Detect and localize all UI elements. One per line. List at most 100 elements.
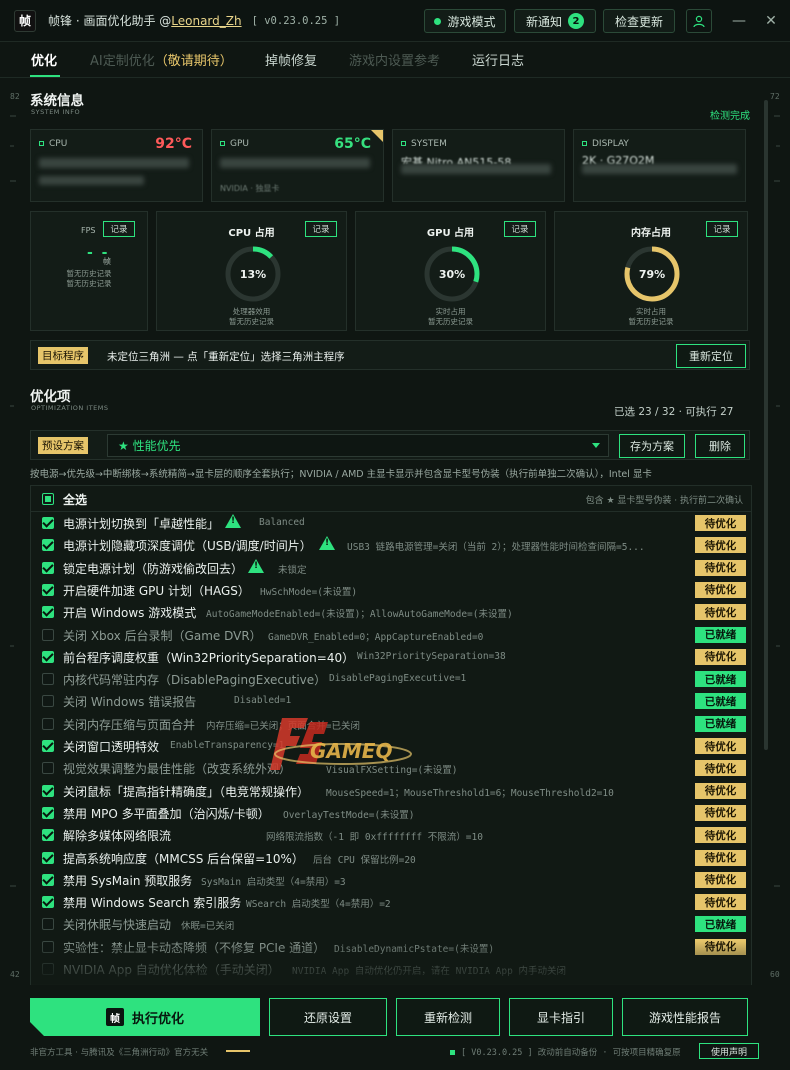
tab-ingame-settings[interactable]: 游戏内设置参考 [349,50,440,69]
tab-ai-custom[interactable]: AI定制优化（敬请期待） [90,50,233,69]
option-name: 关闭 Windows 错误报告 [63,695,197,710]
minimize-icon[interactable]: — [728,10,750,32]
option-row[interactable]: 内核代码常驻内存（DisablePagingExecutive） DisableP… [31,668,751,690]
app-logo: 帧 [14,9,36,32]
option-checkbox[interactable] [42,539,54,552]
status-badge: 已就绪 [695,671,746,688]
ruler-left-top: 82 [10,92,20,101]
option-row[interactable]: 前台程序调度权重（Win32PrioritySeparation=40） Win3… [31,646,751,668]
option-name: 提高系统响应度（MMCSS 后台保留=10%） [63,851,304,866]
close-icon[interactable]: ✕ [760,10,782,32]
performance-report-button[interactable]: 游戏性能报告 [622,998,748,1036]
author-link[interactable]: Leonard_Zh [171,14,241,28]
gpu-usage-gauge: 30% [424,246,480,302]
footer-info: [ V0.23.0.25 ] 改动前自动备份 · 可按项目精确复原 [450,1046,681,1058]
preset-description: 按电源→优先级→中断绑核→系统精简→显卡层的顺序全套执行；NVIDIA / AM… [30,469,652,480]
option-row[interactable]: 关闭内存压缩与页面合并 内存压缩=已关闭；页面合并=已关闭 已就绪 [31,713,751,735]
memory-record-button[interactable]: 记录 [706,221,738,237]
gpu-model-redacted [220,158,370,168]
option-detail: 后台 CPU 保留比例=20 [313,854,416,866]
notice-button[interactable]: 新通知 2 [514,9,596,33]
option-row[interactable]: 关闭 Xbox 后台录制（Game DVR） GameDVR_Enabled=0；… [31,624,751,646]
option-checkbox[interactable] [42,717,54,730]
warning-icon [225,514,241,528]
option-checkbox[interactable] [42,896,54,909]
option-row[interactable]: 关闭 Windows 错误报告 Disabled=1 已就绪 [31,690,751,712]
notice-label: 新通知 [525,14,562,29]
tab-run-log[interactable]: 运行日志 [472,50,524,69]
option-checkbox[interactable] [42,650,54,663]
tab-frame-drop-fix[interactable]: 掉帧修复 [265,50,317,69]
target-program-text: 未定位三角洲 — 点「重新定位」选择三角洲主程序 [107,351,345,363]
cpu-info-label: CPU [39,139,67,149]
user-button[interactable] [686,9,712,33]
cpu-usage-note-2: 暂无历史记录 [229,317,274,326]
option-checkbox[interactable] [42,851,54,864]
preset-bar: 预设方案 ★ 性能优先 存为方案 删除 [30,430,750,460]
game-mode-button[interactable]: 游戏模式 [424,9,506,33]
option-row[interactable]: 解除多媒体网络限流 网络限流指数（-1 即 0xffffffff 不限流）=10 待… [31,824,751,846]
redetect-button[interactable]: 重新检测 [396,998,500,1036]
status-badge: 待优化 [695,581,746,598]
gpu-record-button[interactable]: 记录 [504,221,536,237]
option-detail: MouseSpeed=1；MouseThreshold1=6；MouseThre… [326,787,614,799]
cpu-record-button[interactable]: 记录 [305,221,337,237]
option-checkbox[interactable] [42,517,54,529]
status-badge: 待优化 [695,738,746,754]
option-name: 关闭休眠与快速启动 [63,918,172,933]
option-checkbox[interactable] [42,740,54,752]
option-checkbox[interactable] [42,784,54,797]
select-all-checkbox[interactable] [42,493,54,505]
status-badge: 待优化 [695,782,746,799]
option-checkbox[interactable] [42,873,54,886]
option-checkbox[interactable] [42,918,54,931]
check-update-button[interactable]: 检查更新 [603,9,675,33]
option-row[interactable]: 开启 Windows 游戏模式 AutoGameModeEnabled=(未设置)… [31,601,751,623]
option-row[interactable]: 关闭鼠标「提高指针精确度」（电竞常规操作） MouseSpeed=1；MouseT… [31,780,751,802]
usage-statement-button[interactable]: 使用声明 [699,1043,759,1059]
option-checkbox[interactable] [42,829,54,842]
option-checkbox[interactable] [42,806,54,819]
restore-settings-button[interactable]: 还原设置 [269,998,387,1036]
cpu-info-card: CPU 92°C [30,129,203,202]
option-row[interactable]: 电源计划隐藏项深度调优（USB/调度/时间片） USB3 链路电源管理=关闭（当前… [31,534,751,556]
title-bar: 帧 帧锋 · 画面优化助手 @Leonard_Zh [ v0.23.0.25 ]… [0,0,790,42]
option-row[interactable]: 电源计划切换到「卓越性能」 Balanced 待优化 [31,512,751,534]
cpu-spec-redacted [39,176,144,185]
option-row[interactable]: 锁定电源计划（防游戏偷改回去） 未锁定 待优化 [31,557,751,579]
save-preset-button[interactable]: 存为方案 [619,434,685,458]
option-row[interactable]: 关闭休眠与快速启动 休眠=已关闭 已就绪 [31,913,751,935]
tab-optimize[interactable]: 优化 [31,50,57,69]
option-row[interactable]: 开启硬件加速 GPU 计划（HAGS） HwSchMode=(未设置) 待优化 [31,579,751,601]
option-checkbox[interactable] [42,762,54,775]
preset-select[interactable]: ★ 性能优先 [107,434,609,457]
option-row[interactable]: 禁用 MPO 多平面叠加（治闪烁/卡顿） OverlayTestMode=(未设置… [31,802,751,824]
tab-ai-coming-soon: （敬请期待） [154,54,233,69]
relocate-button[interactable]: 重新定位 [676,344,746,368]
option-name: 前台程序调度权重（Win32PrioritySeparation=40） [63,650,355,665]
fps-card: FPS 记录 - - 帧 暂无历史记录 暂无历史记录 [30,211,148,331]
footer-dot-icon [450,1050,455,1055]
gpu-temp: 65°C [334,136,371,152]
option-name: 视觉效果调整为最佳性能（改变系统外观） [63,762,292,777]
option-row[interactable]: 视觉效果调整为最佳性能（改变系统外观） VisualFXSetting=(未设置)… [31,757,751,779]
option-checkbox[interactable] [42,561,54,574]
select-all-row[interactable]: 全选 包含 ★ 显卡型号伪装 · 执行前二次确认 [31,486,751,512]
option-row[interactable]: 关闭窗口透明特效 EnableTransparency=1 待优化 [31,735,751,757]
gpu-guide-button[interactable]: 显卡指引 [509,998,613,1036]
delete-preset-button[interactable]: 删除 [695,434,745,458]
option-checkbox[interactable] [42,628,54,641]
option-checkbox[interactable] [42,583,54,596]
option-row[interactable]: 禁用 Windows Search 索引服务 WSearch 启动类型（4=禁用）… [31,891,751,913]
execute-optimization-button[interactable]: 帧 执行优化 [30,998,260,1036]
option-row[interactable]: 禁用 SysMain 预取服务 SysMain 启动类型（4=禁用）=3 待优化 [31,869,751,891]
option-row[interactable]: 提高系统响应度（MMCSS 后台保留=10%） 后台 CPU 保留比例=20 待优化 [31,847,751,869]
option-checkbox[interactable] [42,606,54,619]
option-checkbox[interactable] [42,695,54,708]
fps-record-button[interactable]: 记录 [103,221,135,237]
fps-unit: 帧 [103,257,111,266]
option-checkbox[interactable] [42,673,54,686]
detect-status: 检测完成 [710,111,750,122]
game-mode-label: 游戏模式 [447,14,496,29]
page-scrollbar[interactable] [764,100,768,750]
